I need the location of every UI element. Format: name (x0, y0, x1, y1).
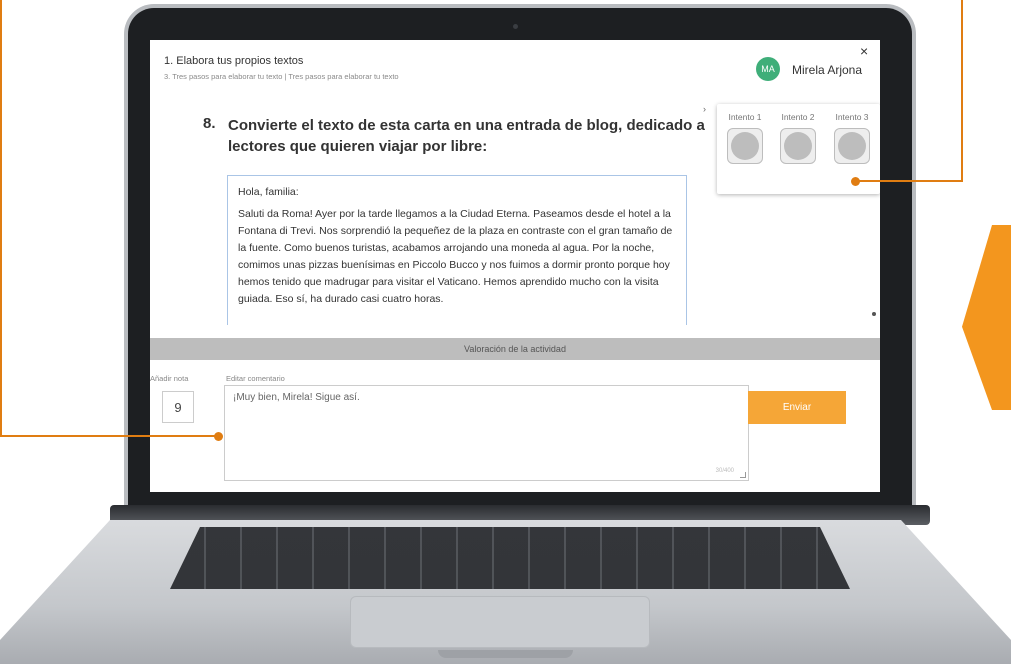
app-screen: 1. Elabora tus propios textos 3. Tres pa… (150, 40, 880, 492)
letter-greeting: Hola, familia: (238, 186, 299, 198)
comment-text: ¡Muy bien, Mirela! Sigue así. (233, 392, 360, 403)
laptop-front-notch (438, 650, 573, 658)
attempt-3[interactable]: Intento 3 (827, 112, 877, 164)
webcam-icon (513, 24, 518, 29)
trackpad (350, 596, 650, 648)
close-icon[interactable]: × (860, 43, 868, 59)
letter-text-box[interactable]: Hola, familia: Saluti da Roma! Ayer por … (227, 175, 687, 325)
avatar[interactable]: MA (756, 57, 780, 81)
callout-line-left-horizontal (0, 435, 218, 437)
breadcrumb: 3. Tres pasos para elaborar tu texto | T… (164, 72, 399, 81)
scrollbar-thumb[interactable] (872, 312, 876, 316)
letter-body: Saluti da Roma! Ayer por la tarde llegam… (238, 208, 673, 305)
callout-dot-comment (214, 432, 223, 441)
callout-dot-attempts (851, 177, 860, 186)
grade-label: Añadir nota (150, 374, 189, 383)
attempt-label: Intento 2 (781, 112, 815, 122)
attempt-label: Intento 1 (728, 112, 762, 122)
attempt-circle-icon (727, 128, 763, 164)
callout-line-left-vertical (0, 0, 2, 437)
attempts-toggle-icon[interactable]: › (703, 104, 706, 114)
attempt-2[interactable]: Intento 2 (773, 112, 823, 164)
callout-line-right-horizontal (858, 180, 963, 182)
evaluation-bar: Valoración de la actividad (150, 338, 880, 360)
attempt-1[interactable]: Intento 1 (720, 112, 770, 164)
grade-input[interactable]: 9 (162, 391, 194, 423)
question-text: Convierte el texto de esta carta en una … (228, 117, 705, 155)
page-title: 1. Elabora tus propios textos (164, 55, 304, 67)
attempt-label: Intento 3 (835, 112, 869, 122)
send-button[interactable]: Enviar (748, 391, 846, 424)
character-counter: 30/400 (715, 468, 734, 474)
keyboard (170, 527, 850, 589)
attempt-circle-icon (780, 128, 816, 164)
callout-line-right-vertical (961, 0, 963, 182)
decorative-orange-shape (962, 225, 1011, 410)
resize-handle-icon[interactable] (740, 472, 746, 478)
comment-label: Editar comentario (226, 374, 285, 383)
user-name: Mirela Arjona (792, 63, 863, 77)
laptop-scene: 1. Elabora tus propios textos 3. Tres pa… (0, 0, 1011, 664)
attempt-circle-icon (834, 128, 870, 164)
comment-textarea[interactable]: ¡Muy bien, Mirela! Sigue así. 30/400 (224, 385, 749, 481)
question-number: 8. (203, 115, 216, 132)
